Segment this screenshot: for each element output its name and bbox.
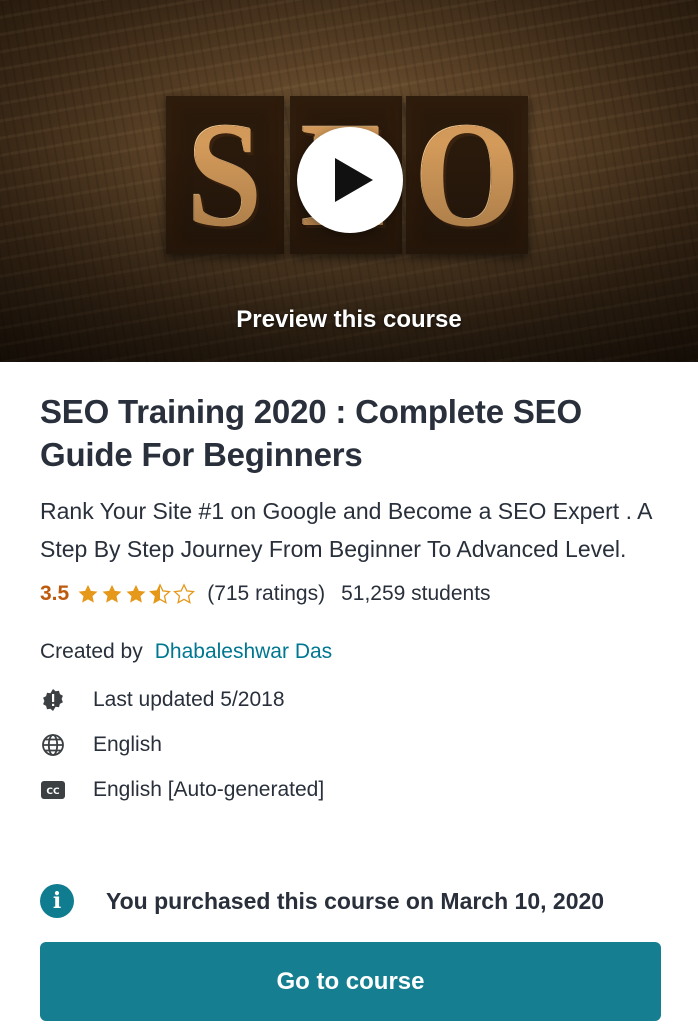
go-to-course-button[interactable]: Go to course	[40, 942, 661, 1021]
language-row: English	[40, 731, 658, 759]
course-title: SEO Training 2020 : Complete SEO Guide F…	[40, 393, 582, 473]
alert-badge-icon	[40, 687, 66, 713]
captions-text: English [Auto-generated]	[93, 778, 325, 801]
course-details: SEO Training 2020 : Complete SEO Guide F…	[40, 390, 658, 804]
last-updated-row: Last updated 5/2018	[40, 686, 658, 714]
language-text: English	[93, 733, 162, 756]
course-landing-page: S E O Preview this course SEO Training 2…	[0, 0, 698, 1024]
purchase-notice: i You purchased this course on March 10,…	[40, 884, 658, 918]
star-half-icon	[149, 583, 172, 604]
play-preview-button[interactable]	[297, 127, 403, 233]
globe-icon	[40, 732, 66, 758]
svg-text:CC: CC	[46, 787, 60, 797]
last-updated-text: Last updated 5/2018	[93, 688, 285, 711]
star-empty-icon	[173, 583, 196, 604]
students-count: 51,259 students	[341, 582, 491, 605]
purchase-text: You purchased this course on March 10, 2…	[106, 887, 605, 914]
star-full-icon	[102, 584, 122, 603]
created-by-row: Created by Dhabaleshwar Das	[40, 638, 658, 666]
play-icon	[335, 158, 373, 202]
created-by-label: Created by	[40, 640, 143, 663]
author-link[interactable]: Dhabaleshwar Das	[155, 638, 332, 666]
star-full-icon	[126, 584, 146, 603]
course-preview-hero[interactable]: S E O Preview this course	[0, 0, 698, 362]
closed-captions-icon: CC	[40, 777, 66, 803]
star-rating	[77, 583, 197, 605]
captions-row: CC English [Auto-generated]	[40, 776, 658, 804]
info-icon: i	[40, 884, 74, 918]
star-full-icon	[78, 584, 98, 603]
ratings-count: (715 ratings)	[207, 582, 326, 605]
rating-value: 3.5	[40, 582, 70, 605]
course-subtitle: Rank Your Site #1 on Google and Become a…	[40, 498, 652, 562]
preview-course-label[interactable]: Preview this course	[0, 306, 698, 334]
rating-row: 3.5 (715 ratings) 51,259 students	[40, 580, 658, 608]
